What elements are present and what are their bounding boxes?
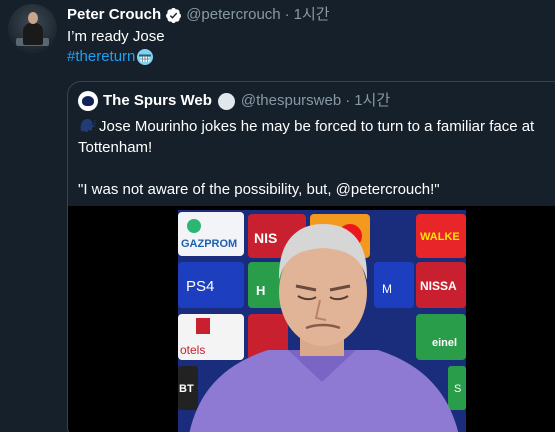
sponsor-gazprom: GAZPROM — [181, 238, 237, 250]
hashtag-link[interactable]: #thereturn — [67, 47, 135, 67]
avatar-head — [28, 12, 38, 24]
quoted-tweet[interactable]: The Spurs Web @thespursweb · 1시간 Jose Mo… — [67, 81, 555, 432]
quoted-tweet-text: Jose Mourinho jokes he may be forced to … — [78, 116, 555, 200]
sponsor-m: M — [382, 282, 392, 296]
verified-badge-icon — [166, 7, 182, 23]
header-separator: · — [284, 6, 290, 23]
hashtag-line: #thereturn — [67, 47, 154, 67]
speaking-head-icon — [80, 118, 96, 132]
author-name[interactable]: Peter Crouch — [67, 5, 161, 25]
quoted-status-circle-icon — [217, 92, 235, 110]
sponsor-walkers: WALKE — [420, 231, 460, 243]
weary-face-emoji-icon — [137, 49, 154, 65]
quoted-text-line-1: Jose Mourinho jokes he may be forced to … — [78, 116, 555, 158]
quoted-media[interactable]: GAZPROM NIS WALKE PS4 H M NISSA otels ei… — [68, 206, 555, 432]
author-handle[interactable]: @petercrouch — [186, 5, 280, 25]
sponsor-nissan-1: NIS — [254, 230, 277, 246]
quoted-author-avatar[interactable] — [78, 91, 98, 111]
sponsor-ps4: PS4 — [186, 278, 214, 295]
quoted-author-handle[interactable]: @thespursweb — [241, 91, 341, 111]
quoted-tweet-header: The Spurs Web @thespursweb · 1시간 — [78, 91, 390, 111]
tweet-header: Peter Crouch @petercrouch · 1시간 — [67, 5, 330, 25]
quoted-timestamp[interactable]: 1시간 — [354, 91, 390, 111]
quoted-text-line-1-text: Jose Mourinho jokes he may be forced to … — [78, 118, 535, 156]
sponsor-heineken-2: einel — [432, 337, 457, 349]
sponsor-heineken-1: H — [256, 283, 265, 298]
quoted-header-separator: · — [345, 92, 351, 109]
tweet[interactable]: Peter Crouch @petercrouch · 1시간 I’m read… — [0, 0, 555, 432]
quoted-text-line-2: "I was not aware of the possibility, but… — [78, 181, 440, 198]
avatar-figure — [23, 23, 43, 45]
sponsor-bt: BT — [179, 383, 194, 395]
author-avatar[interactable] — [8, 4, 57, 53]
quoted-author-name[interactable]: The Spurs Web — [103, 91, 212, 111]
tweet-timestamp[interactable]: 1시간 — [294, 5, 330, 25]
sponsor-hotels: otels — [180, 343, 205, 357]
sponsor-backdrop-image: GAZPROM NIS WALKE PS4 H M NISSA otels ei… — [178, 210, 466, 432]
press-conference-video-frame[interactable]: GAZPROM NIS WALKE PS4 H M NISSA otels ei… — [178, 210, 466, 432]
sponsor-s: S — [454, 383, 461, 395]
sponsor-nissan-2: NISSA — [420, 279, 457, 293]
tweet-text: I’m ready Jose — [67, 28, 165, 45]
